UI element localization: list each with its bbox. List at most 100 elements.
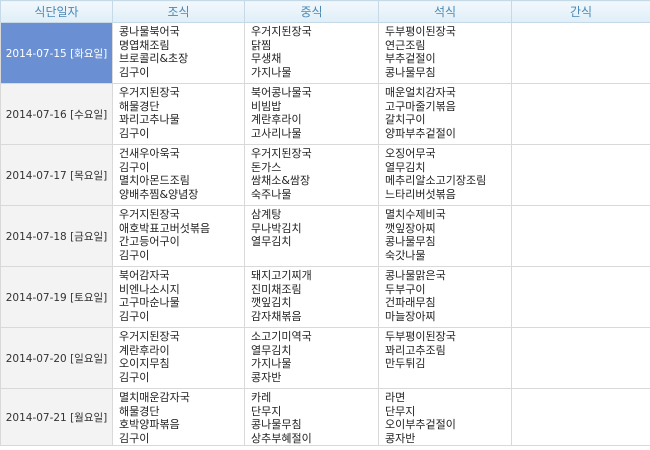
menu-item: 멸치매운감자국 <box>119 391 190 404</box>
menu-item: 진미채조림 <box>251 282 302 296</box>
menu-item: 느타리버섯볶음 <box>385 187 456 201</box>
menu-item: 명엽채조림 <box>119 38 170 52</box>
table-row[interactable]: 2014-07-15 [화요일] 콩나물북어국 명엽채조림 브로콜리&초장 김구이 우거지… <box>0 22 650 84</box>
date-cell[interactable]: 2014-07-16 [수요일] <box>0 83 113 145</box>
menu-item: 해물경단 <box>119 99 160 113</box>
menu-item: 멸치수제비국 <box>385 208 446 221</box>
menu-item: 무생채 <box>251 52 282 65</box>
menu-item: 꽈리고추나물 <box>119 113 180 126</box>
menu-item: 우거지된장국 <box>119 86 180 99</box>
header-lunch: 중식 <box>244 0 379 23</box>
menu-item: 콩나물무침 <box>385 65 436 79</box>
menu-item: 콩나물맑은국 <box>385 269 446 282</box>
menu-item: 오이부추겉절이 <box>385 418 456 431</box>
menu-item: 연근조림 <box>385 38 426 52</box>
menu-item: 김구이 <box>119 248 150 262</box>
menu-item: 오이지무침 <box>119 357 170 370</box>
lunch-cell: 우거지된장국 닭찜 무생채 가지나물 <box>244 22 379 84</box>
menu-item: 오징어무국 <box>385 147 436 160</box>
menu-item: 열무김치 <box>251 235 292 248</box>
lunch-cell: 삼계탕 무나박김치 열무김치 <box>244 205 379 267</box>
lunch-cell: 소고기미역국 열무김치 가지나물 콩자반 <box>244 327 379 389</box>
menu-item: 소고기미역국 <box>251 330 312 343</box>
date-cell[interactable]: 2014-07-21 [월요일] <box>0 388 113 446</box>
table-row[interactable]: 2014-07-19 [토요일] 북어감자국 비엔나소시지 고구마순나물 김구이 돼지고기… <box>0 266 650 328</box>
table-row[interactable]: 2014-07-18 [금요일] 우거지된장국 애호박표고버섯볶음 간고등어구이 김구이… <box>0 205 650 267</box>
menu-item: 숙주나물 <box>251 187 292 201</box>
table-row[interactable]: 2014-07-20 [일요일] 우거지된장국 계란후라이 오이지무침 김구이 소고기미역… <box>0 327 650 389</box>
menu-item: 북어감자국 <box>119 269 170 282</box>
menu-item: 김구이 <box>119 160 150 174</box>
menu-item: 호박양파볶음 <box>119 418 180 431</box>
table-row[interactable]: 2014-07-16 [수요일] 우거지된장국 해물경단 꽈리고추나물 김구이 북어콩나물… <box>0 83 650 145</box>
menu-item: 건파래무침 <box>385 296 436 309</box>
date-cell[interactable]: 2014-07-18 [금요일] <box>0 205 113 267</box>
menu-item: 돼지고기찌개 <box>251 269 312 282</box>
menu-item: 우거지된장국 <box>119 208 180 221</box>
menu-item: 가지나물 <box>251 65 292 79</box>
menu-item: 두부평이된장국 <box>385 25 456 38</box>
menu-item: 우거지된장국 <box>251 147 312 160</box>
menu-item: 계란후라이 <box>119 343 170 357</box>
snack-cell <box>511 144 650 206</box>
snack-cell <box>511 83 650 145</box>
menu-item: 깻잎김치 <box>251 296 292 309</box>
menu-item: 닭찜 <box>251 38 272 52</box>
breakfast-cell: 우거지된장국 해물경단 꽈리고추나물 김구이 <box>112 83 245 145</box>
date-cell[interactable]: 2014-07-20 [일요일] <box>0 327 113 389</box>
menu-item: 라면 <box>385 391 406 404</box>
header-dinner: 석식 <box>378 0 512 23</box>
menu-item: 깻잎장아찌 <box>385 221 436 235</box>
menu-item: 꽈리고추조림 <box>385 343 446 357</box>
lunch-cell: 북어콩나물국 비빔밥 계란후라이 고사리나물 <box>244 83 379 145</box>
dinner-cell: 오징어무국 열무김치 메추리알소고기장조림 느타리버섯볶음 <box>378 144 512 206</box>
menu-item: 콩나물무침 <box>251 418 302 431</box>
breakfast-cell: 우거지된장국 계란후라이 오이지무침 김구이 <box>112 327 245 389</box>
menu-item: 매운얼치감자국 <box>385 86 456 99</box>
menu-item: 콩나물북어국 <box>119 25 180 38</box>
menu-item: 갈치구이 <box>385 113 426 126</box>
menu-item: 우거지된장국 <box>251 25 312 38</box>
breakfast-cell: 북어감자국 비엔나소시지 고구마순나물 김구이 <box>112 266 245 328</box>
date-cell[interactable]: 2014-07-19 [토요일] <box>0 266 113 328</box>
menu-item: 계란후라이 <box>251 113 302 126</box>
menu-item: 김구이 <box>119 65 150 79</box>
menu-item: 고구마순나물 <box>119 296 180 309</box>
date-cell[interactable]: 2014-07-15 [화요일] <box>0 22 113 84</box>
table-header-row: 식단일자 조식 중식 석식 간식 <box>0 0 650 23</box>
dinner-cell: 콩나물맑은국 두부구이 건파래무침 마늘장아찌 <box>378 266 512 328</box>
menu-item: 두부평이된장국 <box>385 330 456 343</box>
snack-cell <box>511 205 650 267</box>
lunch-cell: 돼지고기찌개 진미채조림 깻잎김치 감자채볶음 <box>244 266 379 328</box>
table-row[interactable]: 2014-07-21 [월요일] 멸치매운감자국 해물경단 호박양파볶음 김구이 카레 단무… <box>0 388 650 446</box>
menu-item: 김구이 <box>119 126 150 140</box>
menu-item: 고구마줄기볶음 <box>385 99 456 113</box>
menu-item: 비빔밥 <box>251 99 282 113</box>
menu-item: 비엔나소시지 <box>119 282 180 296</box>
menu-item: 단무지 <box>385 404 416 418</box>
menu-item: 숙갓나물 <box>385 248 426 262</box>
dinner-cell: 매운얼치감자국 고구마줄기볶음 갈치구이 양파부추겉절이 <box>378 83 512 145</box>
table-row[interactable]: 2014-07-17 [목요일] 건새우아욱국 김구이 멸치아몬드조림 양배추찜&양념장… <box>0 144 650 206</box>
date-cell[interactable]: 2014-07-17 [목요일] <box>0 144 113 206</box>
menu-item: 돈가스 <box>251 160 282 174</box>
dinner-cell: 두부평이된장국 꽈리고추조림 만두튀김 <box>378 327 512 389</box>
menu-item: 북어콩나물국 <box>251 86 312 99</box>
menu-item: 콩자반 <box>251 370 282 384</box>
meal-schedule-table: 식단일자 조식 중식 석식 간식 2014-07-15 [화요일] 콩나물북어국 명… <box>0 0 650 446</box>
menu-item: 김구이 <box>119 309 150 323</box>
dinner-cell: 라면 단무지 오이부추겉절이 콩자반 <box>378 388 512 446</box>
breakfast-cell: 멸치매운감자국 해물경단 호박양파볶음 김구이 <box>112 388 245 446</box>
header-breakfast: 조식 <box>112 0 245 23</box>
menu-item: 콩자반 <box>385 431 416 445</box>
menu-item: 메추리알소고기장조림 <box>385 174 487 187</box>
header-snack: 간식 <box>511 0 650 23</box>
breakfast-cell: 우거지된장국 애호박표고버섯볶음 간고등어구이 김구이 <box>112 205 245 267</box>
dinner-cell: 두부평이된장국 연근조림 부추겉절이 콩나물무침 <box>378 22 512 84</box>
menu-item: 건새우아욱국 <box>119 147 180 160</box>
lunch-cell: 카레 단무지 콩나물무침 상추부혜절이 <box>244 388 379 446</box>
menu-item: 만두튀김 <box>385 357 426 370</box>
menu-item: 해물경단 <box>119 404 160 418</box>
menu-item: 삼계탕 <box>251 208 282 221</box>
menu-item: 두부구이 <box>385 282 426 296</box>
